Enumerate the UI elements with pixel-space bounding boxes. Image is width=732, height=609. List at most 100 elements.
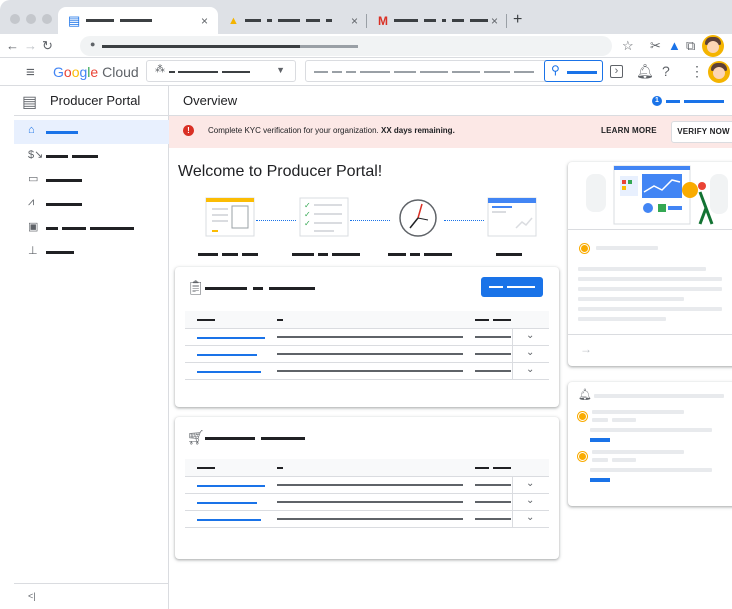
card-icon: ▭ bbox=[28, 173, 39, 185]
learn-more-button[interactable]: LEARN MORE bbox=[601, 126, 657, 135]
welcome-heading: Welcome to Producer Portal! bbox=[178, 163, 383, 180]
address-bar: ← → ↻ ● ☆ ✂ ▲ ⧉ ⋮ bbox=[0, 34, 732, 58]
svg-text:✓: ✓ bbox=[304, 219, 311, 228]
cloud-header: ≡ Google Cloud ⁂ ▼ ⚲ › 🔔︎ ? ⋮ bbox=[0, 58, 732, 86]
table-header bbox=[185, 311, 549, 329]
sidebar-title: ▤ Producer Portal bbox=[14, 86, 169, 116]
table-row[interactable]: ⌄ bbox=[185, 494, 549, 511]
help-icon[interactable]: ? bbox=[662, 63, 670, 79]
table-row[interactable]: ⌄ bbox=[185, 511, 549, 528]
sidebar: ▤ Producer Portal ⌂ $↘ ▭ ⩘ ▣ ⊥ <| bbox=[14, 86, 169, 609]
clipboard-icon: 📋︎ bbox=[187, 279, 205, 295]
tab-strip: ▤ × ▲ × M × + bbox=[0, 0, 732, 34]
window-close-dot[interactable] bbox=[10, 14, 20, 24]
listings-card: 📋︎ ⌄ ⌄ ⌄ bbox=[175, 267, 559, 407]
window-minimize-dot[interactable] bbox=[26, 14, 36, 24]
window-zoom-dot[interactable] bbox=[42, 14, 52, 24]
lock-icon: ● bbox=[90, 39, 96, 49]
warning-icon bbox=[578, 452, 587, 461]
more-vert-icon[interactable]: ⋮ bbox=[690, 63, 704, 80]
notification-link[interactable] bbox=[590, 478, 610, 482]
table-row[interactable]: ⌄ bbox=[185, 329, 549, 346]
storefront-icon: ▤ bbox=[22, 94, 38, 111]
table-row[interactable]: ⌄ bbox=[185, 346, 549, 363]
clock-illustration-icon bbox=[399, 199, 437, 237]
new-tab-button[interactable]: + bbox=[513, 11, 522, 29]
back-icon[interactable]: ← bbox=[6, 38, 19, 53]
download-icon: ⊥ bbox=[28, 245, 38, 257]
notifications-card: 🔔︎ bbox=[568, 382, 732, 506]
table-row[interactable]: ⌄ bbox=[185, 363, 549, 380]
sidebar-item-6[interactable]: ⊥ bbox=[14, 240, 169, 264]
table-header bbox=[185, 459, 549, 477]
tab-producer-portal[interactable]: ▤ × bbox=[58, 7, 218, 34]
user-avatar[interactable] bbox=[708, 61, 730, 83]
notifications-bell-icon[interactable]: 🔔︎ bbox=[636, 63, 654, 80]
svg-text:✓: ✓ bbox=[304, 201, 311, 210]
sidebar-item-2[interactable]: $↘ bbox=[14, 144, 169, 168]
analytics-icon: ⩘ bbox=[28, 196, 35, 208]
tab-drive[interactable]: ▲ × bbox=[218, 7, 368, 34]
warning-icon bbox=[578, 412, 587, 421]
bookmark-star-icon[interactable]: ☆ bbox=[622, 38, 634, 54]
cloud-shell-icon[interactable]: › bbox=[610, 65, 623, 78]
browser-menu-icon[interactable]: ⋮ bbox=[728, 38, 732, 54]
home-icon: ⌂ bbox=[28, 124, 35, 136]
warning-icon bbox=[580, 244, 589, 253]
chart-illustration-icon bbox=[487, 197, 537, 237]
browser-profile-avatar[interactable] bbox=[702, 35, 724, 57]
chevron-down-icon[interactable]: ⌄ bbox=[526, 330, 534, 341]
gmail-icon: M bbox=[378, 13, 388, 28]
sidebar-collapse-button[interactable]: <| bbox=[14, 583, 169, 609]
document-illustration-icon bbox=[205, 197, 255, 237]
error-icon: ! bbox=[183, 125, 194, 136]
sidebar-item-4[interactable]: ⩘ bbox=[14, 192, 169, 216]
dashboard-illustration-icon bbox=[586, 165, 728, 225]
main-content: Overview 1 ! Complete KYC verification f… bbox=[169, 86, 732, 609]
url-field[interactable]: ● bbox=[80, 36, 612, 56]
chevron-down-icon[interactable]: ⌄ bbox=[526, 347, 534, 358]
sidebar-item-overview[interactable]: ⌂ bbox=[14, 120, 169, 144]
chevron-down-icon[interactable]: ⌄ bbox=[526, 364, 534, 375]
table-row[interactable]: ⌄ bbox=[185, 477, 549, 494]
banner-message: Complete KYC verification for your organ… bbox=[208, 126, 455, 135]
verify-now-button[interactable]: VERIFY NOW bbox=[671, 121, 732, 143]
sidebar-item-5[interactable]: ▣ bbox=[14, 216, 169, 240]
close-icon[interactable]: × bbox=[491, 14, 498, 28]
close-icon[interactable]: × bbox=[351, 14, 358, 28]
extension-drive-icon[interactable]: ▲ bbox=[668, 38, 681, 53]
notification-badge[interactable]: 1 bbox=[652, 96, 662, 106]
arrow-forward-icon[interactable]: → bbox=[580, 342, 592, 356]
extension-scissors-icon[interactable]: ✂ bbox=[650, 38, 661, 54]
chevron-down-icon: ▼ bbox=[276, 65, 285, 75]
reload-icon[interactable]: ↻ bbox=[42, 38, 53, 54]
contacts-icon: ▣ bbox=[28, 221, 39, 233]
browser-window: ▤ × ▲ × M × + ← → ↻ ● ☆ ✂ ▲ ⧉ ≡ Google C… bbox=[0, 0, 732, 609]
create-listing-button[interactable] bbox=[481, 277, 543, 297]
svg-text:✓: ✓ bbox=[304, 210, 311, 219]
close-icon[interactable]: × bbox=[201, 14, 208, 28]
orders-card: 🛒︎ ⌄ ⌄ ⌄ bbox=[175, 417, 559, 559]
chevron-down-icon[interactable]: ⌄ bbox=[526, 478, 534, 489]
search-icon: ⚲ bbox=[551, 63, 560, 77]
page-title: Overview bbox=[183, 93, 238, 108]
google-cloud-logo[interactable]: Google Cloud bbox=[53, 64, 139, 80]
cart-icon: 🛒︎ bbox=[187, 429, 205, 445]
project-selector[interactable]: ⁂ ▼ bbox=[146, 60, 296, 82]
hamburger-menu-icon[interactable]: ≡ bbox=[26, 64, 35, 81]
onboarding-steps: ✓ ✓ ✓ bbox=[194, 196, 544, 256]
bell-icon: 🔔︎ bbox=[578, 389, 592, 401]
google-drive-icon: ▲ bbox=[228, 14, 239, 27]
sidebar-item-3[interactable]: ▭ bbox=[14, 168, 169, 192]
chevron-down-icon[interactable]: ⌄ bbox=[526, 495, 534, 506]
project-icon: ⁂ bbox=[155, 64, 165, 75]
extensions-puzzle-icon[interactable]: ⧉ bbox=[686, 38, 695, 54]
page-header: Overview 1 bbox=[169, 86, 732, 116]
chevron-down-icon[interactable]: ⌄ bbox=[526, 512, 534, 523]
notification-link[interactable] bbox=[590, 438, 610, 442]
kyc-banner: ! Complete KYC verification for your org… bbox=[169, 116, 732, 148]
tab-gmail[interactable]: M × bbox=[368, 7, 508, 34]
checklist-illustration-icon: ✓ ✓ ✓ bbox=[299, 197, 349, 237]
forward-icon[interactable]: → bbox=[24, 38, 37, 53]
search-button[interactable]: ⚲ bbox=[544, 60, 603, 82]
